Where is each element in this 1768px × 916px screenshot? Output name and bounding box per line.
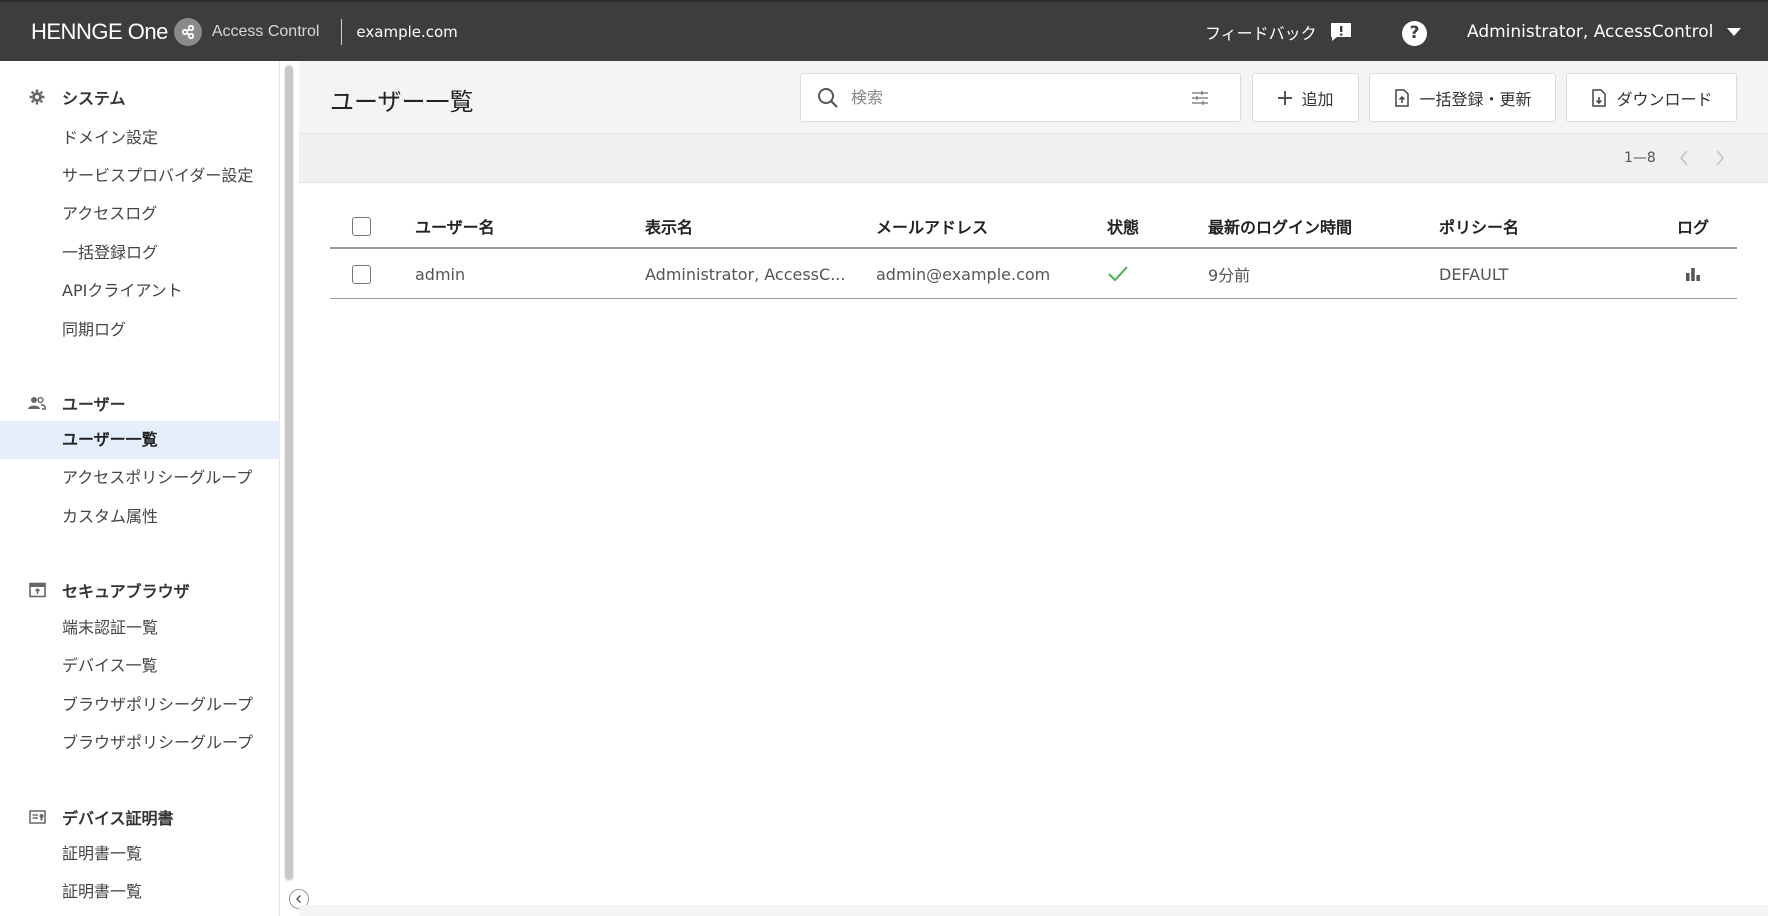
search-input[interactable]: [851, 88, 1181, 107]
column-header-status[interactable]: 状態: [1107, 205, 1139, 247]
pagination-bar: [299, 133, 1768, 183]
feedback-button[interactable]: フィードバック: [1205, 20, 1353, 44]
column-header-policy[interactable]: ポリシー名: [1439, 205, 1519, 247]
column-header-username[interactable]: ユーザー名: [415, 205, 495, 247]
column-header-log: ログ: [1677, 218, 1710, 237]
brand-logo-icon: [173, 18, 202, 46]
chevron-down-icon: [1727, 28, 1742, 36]
sidebar-item-access-log[interactable]: アクセスログ: [0, 195, 280, 233]
plus-icon: [1278, 90, 1293, 105]
display-name-cell: Administrator, AccessC...: [645, 264, 846, 284]
pagination-range: 1—8: [1624, 150, 1656, 166]
chevron-left-icon: [1679, 150, 1688, 166]
chevron-right-icon: [1716, 150, 1725, 166]
select-all-checkbox[interactable]: [352, 216, 371, 236]
top-bar: HENNGE One Access Control example.com フィ…: [0, 0, 1768, 61]
help-icon[interactable]: ?: [1402, 21, 1427, 46]
row-checkbox[interactable]: [352, 264, 371, 284]
column-header-email[interactable]: メールアドレス: [876, 205, 988, 247]
product-name: Access Control: [211, 23, 320, 40]
download-button[interactable]: ダウンロード: [1566, 73, 1737, 122]
tenant-domain: example.com: [356, 23, 458, 41]
sidebar-item-service-provider-settings[interactable]: サービスプロバイダー設定: [0, 157, 280, 195]
status-cell: [1107, 250, 1129, 298]
select-all-cell: [352, 205, 371, 247]
section-title: システム: [62, 89, 126, 108]
sidebar-item-certificate-list[interactable]: 証明書一覧: [0, 835, 280, 873]
column-header-display-name[interactable]: 表示名: [645, 205, 693, 247]
brand[interactable]: HENNGE One Access Control example.com: [31, 16, 458, 48]
upload-file-icon: [1395, 88, 1410, 107]
brand-name: HENNGE One: [31, 19, 168, 44]
divider: [341, 19, 343, 45]
certificate-icon: [28, 808, 46, 826]
user-name: Administrator, AccessControl: [1467, 22, 1714, 42]
sidebar-item-api-client[interactable]: APIクライアント: [0, 272, 280, 310]
page-title: ユーザー一覧: [330, 88, 474, 116]
scrollbar-thumb[interactable]: [285, 66, 293, 880]
feedback-icon: [1330, 23, 1351, 41]
sidebar-item-browser-policy-groups-2[interactable]: ブラウザポリシーグループ: [0, 724, 280, 762]
chevron-left-icon: [296, 895, 301, 903]
sidebar: システム ドメイン設定 サービスプロバイダー設定 アクセスログ 一括登録ログ A…: [0, 61, 280, 916]
secure-browser-icon: [28, 581, 46, 599]
sidebar-item-domain-settings[interactable]: ドメイン設定: [0, 119, 280, 157]
email-cell: admin@example.com: [876, 264, 1051, 284]
sidebar-item-bulk-log[interactable]: 一括登録ログ: [0, 234, 280, 272]
policy-cell: DEFAULT: [1439, 264, 1509, 284]
sidebar-item-user-list[interactable]: ユーザー一覧: [0, 421, 280, 459]
sidebar-section-system: システム: [28, 85, 126, 109]
username-cell[interactable]: admin: [415, 250, 465, 298]
sidebar-item-access-policy-groups[interactable]: アクセスポリシーグループ: [0, 459, 280, 497]
sidebar-item-certificate-list-2[interactable]: 証明書一覧: [0, 873, 280, 911]
section-title: ユーザー: [62, 395, 126, 414]
search-box[interactable]: [800, 73, 1241, 122]
search-icon: [818, 87, 838, 108]
footer-strip: [299, 905, 1768, 916]
download-file-icon: [1592, 88, 1607, 107]
add-button[interactable]: 追加: [1252, 73, 1359, 122]
sidebar-item-sync-log[interactable]: 同期ログ: [0, 311, 280, 349]
gear-icon: [28, 88, 46, 106]
sidebar-section-device-certificates: デバイス証明書: [28, 805, 174, 829]
sidebar-scrollbar[interactable]: [284, 64, 294, 882]
check-icon: [1108, 266, 1128, 282]
bulk-register-label: 一括登録・更新: [1419, 89, 1532, 109]
section-title: デバイス証明書: [62, 809, 174, 828]
sidebar-item-custom-attributes[interactable]: カスタム属性: [0, 498, 280, 536]
sidebar-section-users: ユーザー: [28, 391, 126, 415]
table-header: ユーザー名 表示名 メールアドレス 状態 最新のログイン時間 ポリシー名 ログ: [330, 205, 1737, 249]
bar-chart-icon: [1686, 268, 1700, 281]
download-label: ダウンロード: [1616, 89, 1713, 109]
sidebar-item-terminal-auth-list[interactable]: 端末認証一覧: [0, 609, 280, 647]
sidebar-item-device-list[interactable]: デバイス一覧: [0, 647, 280, 685]
next-page-button[interactable]: [1710, 148, 1730, 168]
feedback-label: フィードバック: [1205, 24, 1317, 43]
filter-settings-icon[interactable]: [1191, 89, 1209, 107]
add-button-label: 追加: [1301, 89, 1334, 109]
table-row[interactable]: admin Administrator, AccessC... admin@ex…: [330, 250, 1737, 299]
row-select-cell: [352, 250, 371, 298]
users-icon: [28, 394, 46, 412]
bulk-register-button[interactable]: 一括登録・更新: [1369, 73, 1556, 122]
section-title: セキュアブラウザ: [62, 582, 190, 601]
user-menu[interactable]: Administrator, AccessControl: [1467, 22, 1742, 42]
log-button[interactable]: [1684, 250, 1702, 298]
column-header-last-login[interactable]: 最新のログイン時間: [1208, 205, 1352, 247]
previous-page-button[interactable]: [1674, 148, 1694, 168]
sidebar-item-browser-policy-groups[interactable]: ブラウザポリシーグループ: [0, 686, 280, 724]
last-login-cell: 9分前: [1208, 266, 1251, 285]
sidebar-section-secure-browser: セキュアブラウザ: [28, 578, 190, 602]
